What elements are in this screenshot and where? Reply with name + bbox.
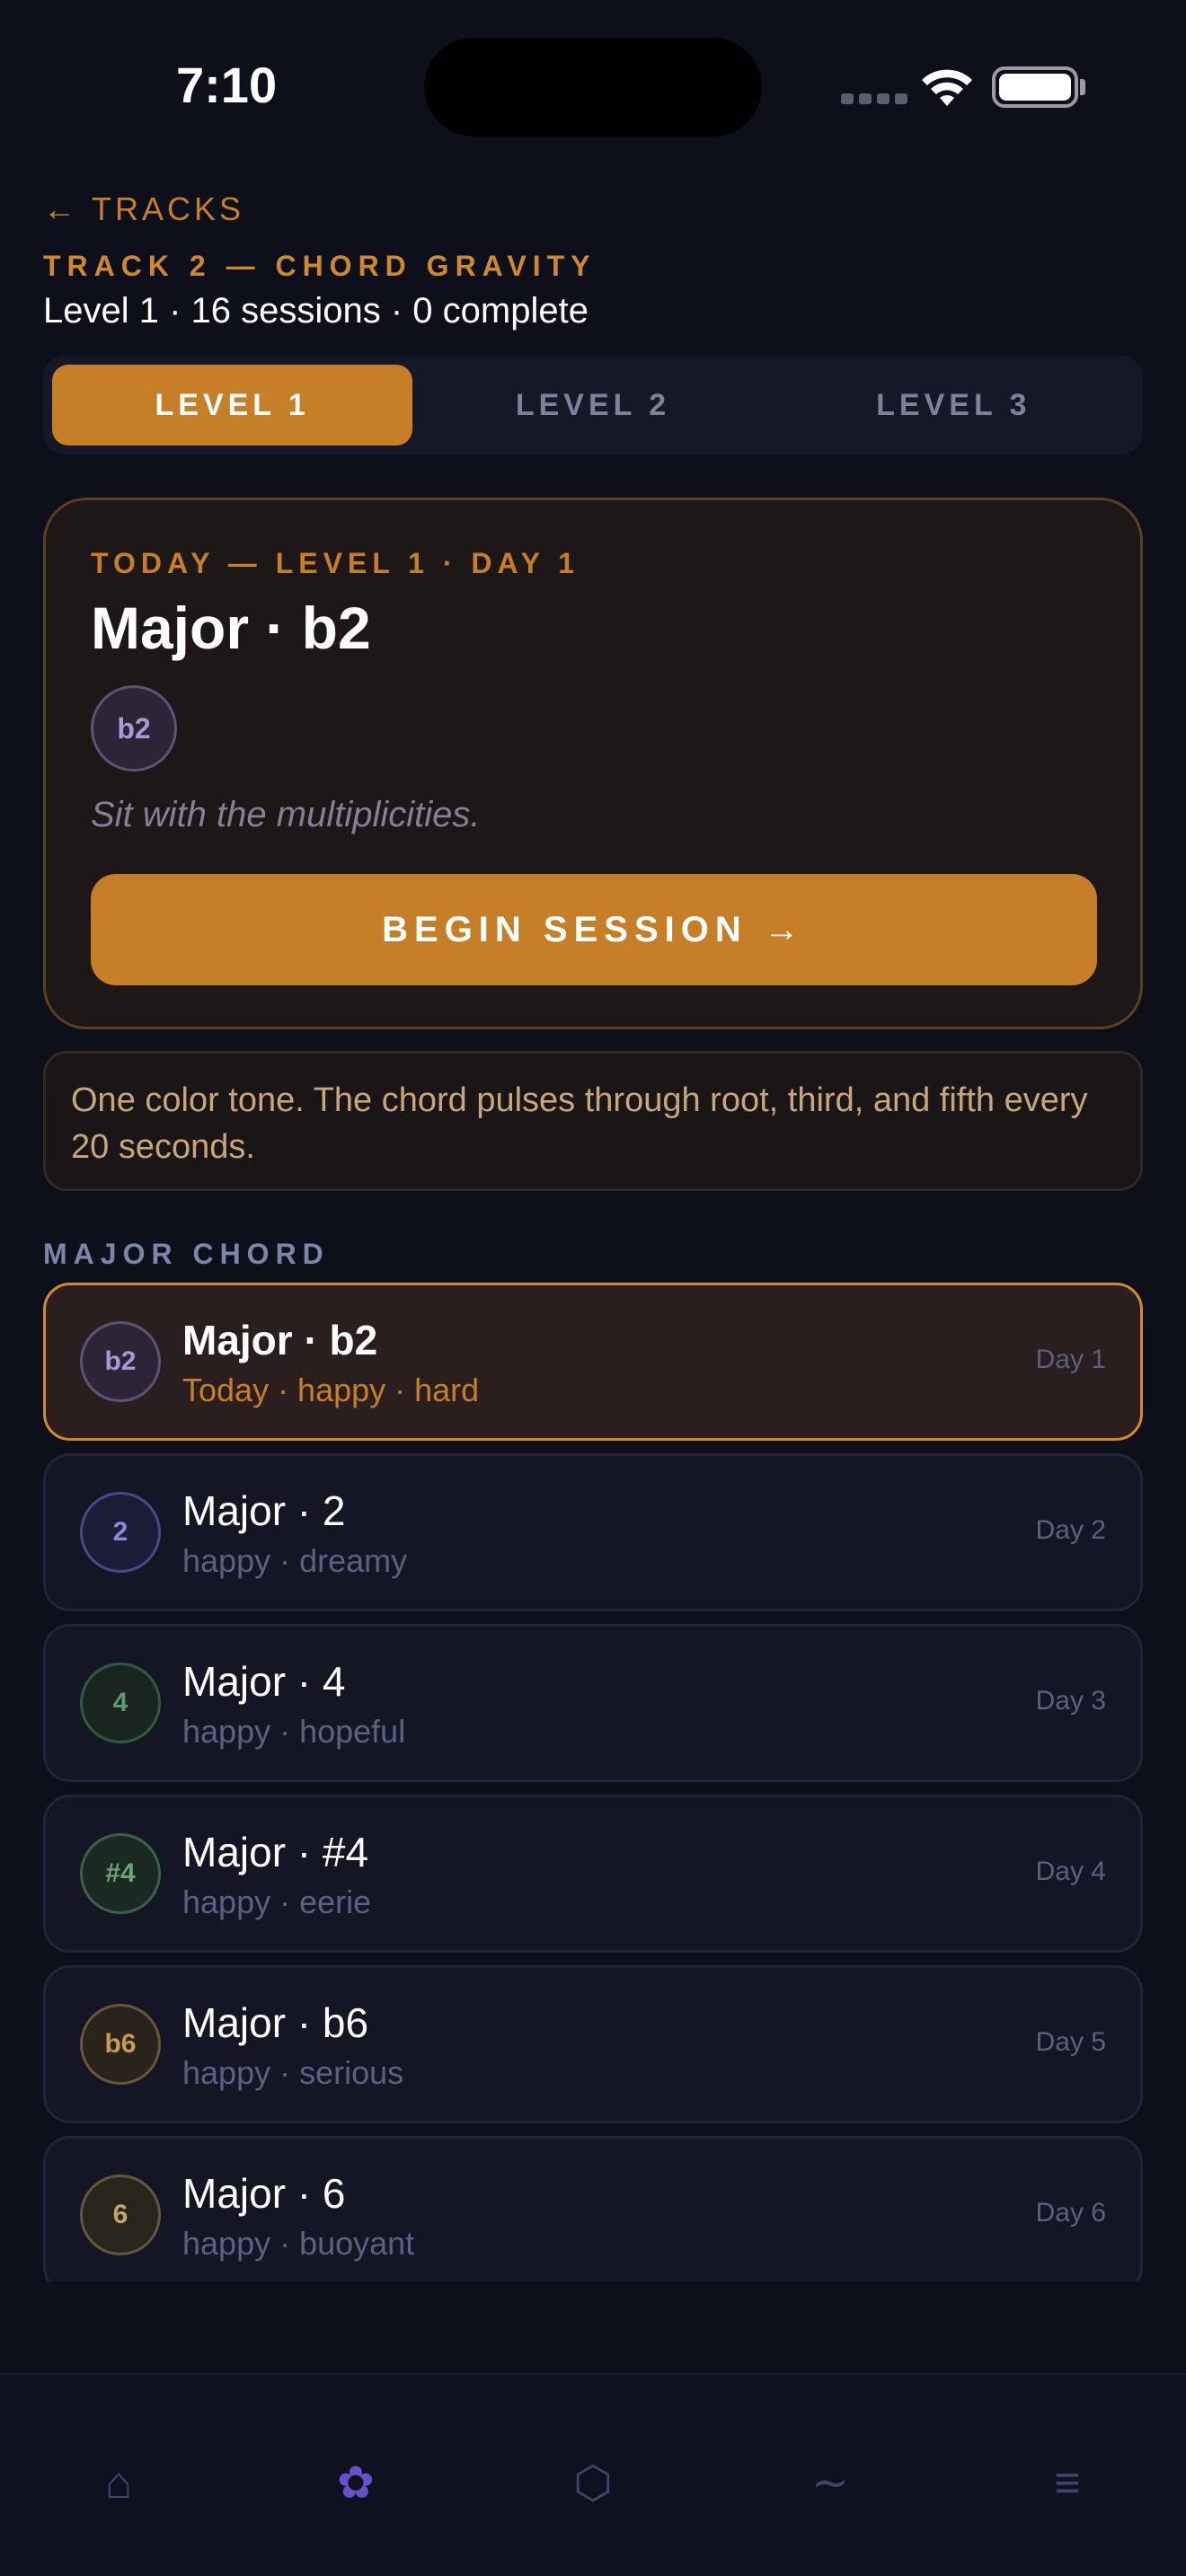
home-icon[interactable]: ⌂ — [83, 2447, 155, 2519]
interval-badge: 6 — [80, 2175, 161, 2255]
session-day: Day 4 — [1035, 1857, 1106, 1886]
session-description: One color tone. The chord pulses through… — [43, 1051, 1143, 1191]
session-row[interactable]: 4 Major · 4 happy · hopeful Day 3 — [43, 1624, 1143, 1782]
today-card: TODAY — LEVEL 1 · DAY 1 Major · b2 b2 Si… — [43, 498, 1143, 1029]
today-quote: Sit with the multiplicities. — [91, 795, 481, 834]
wave-icon[interactable]: ∼ — [794, 2447, 866, 2519]
interval-badge: b6 — [80, 2004, 161, 2085]
back-label: TRACKS — [92, 190, 245, 227]
hexagon-icon[interactable]: ⬡ — [557, 2447, 629, 2519]
arrow-left-icon: ← — [43, 190, 79, 227]
session-tags: Today · happy · hard — [182, 1372, 480, 1408]
wifi-icon — [922, 69, 972, 106]
session-title: Major · #4 — [182, 1829, 369, 1875]
interval-badge: 2 — [80, 1492, 161, 1573]
level-tabs: LEVEL 1 LEVEL 2 LEVEL 3 — [43, 356, 1143, 454]
session-tags: happy · dreamy — [182, 1542, 408, 1579]
track-title: TRACK 2 — CHORD GRAVITY — [43, 250, 597, 282]
session-row[interactable]: 2 Major · 2 happy · dreamy Day 2 — [43, 1453, 1143, 1611]
session-tags: happy · serious — [182, 2054, 404, 2091]
session-day: Day 3 — [1035, 1686, 1106, 1716]
bottom-tab-bar: ⌂ ✿ ⬡ ∼ ≡ — [0, 2373, 1186, 2576]
tab-level-1[interactable]: LEVEL 1 — [52, 365, 413, 446]
session-day: Day 2 — [1035, 1515, 1106, 1545]
dynamic-island — [424, 38, 762, 137]
interval-badge: #4 — [80, 1833, 161, 1914]
status-time: 7:10 — [176, 57, 278, 113]
session-title: Major · 6 — [182, 2170, 346, 2217]
session-tags: happy · buoyant — [182, 2225, 415, 2262]
session-row[interactable]: b2 Major · b2 Today · happy · hard Day 1 — [43, 1283, 1143, 1441]
flower-icon[interactable]: ✿ — [320, 2447, 392, 2519]
track-subtitle: Level 1 · 16 sessions · 0 complete — [43, 291, 589, 331]
session-title: Major · 2 — [182, 1487, 346, 1534]
interval-badge: b2 — [80, 1321, 161, 1402]
session-tags: happy · hopeful — [182, 1713, 406, 1750]
today-title: Major · b2 — [91, 595, 371, 661]
back-to-tracks-link[interactable]: ← TRACKS — [43, 190, 244, 228]
battery-icon — [992, 66, 1078, 108]
status-bar: 7:10 — [0, 0, 1186, 171]
session-title: Major · b2 — [182, 1317, 378, 1363]
interval-badge: 4 — [80, 1663, 161, 1743]
tab-level-3[interactable]: LEVEL 3 — [774, 365, 1134, 446]
session-row[interactable]: #4 Major · #4 happy · eerie Day 4 — [43, 1795, 1143, 1953]
signal-icon — [841, 93, 907, 104]
session-row[interactable]: b6 Major · b6 happy · serious Day 5 — [43, 1965, 1143, 2123]
begin-session-button[interactable]: BEGIN SESSION → — [91, 874, 1097, 985]
session-list: b2 Major · b2 Today · happy · hard Day 1… — [0, 1279, 1186, 2281]
session-day: Day 1 — [1035, 1345, 1106, 1374]
section-label: MAJOR CHORD — [43, 1238, 330, 1270]
session-day: Day 6 — [1035, 2198, 1106, 2228]
session-title: Major · b6 — [182, 1999, 369, 2046]
session-tags: happy · eerie — [182, 1883, 372, 1920]
tab-level-2[interactable]: LEVEL 2 — [412, 365, 773, 446]
session-row[interactable]: 6 Major · 6 happy · buoyant Day 6 — [43, 2136, 1143, 2281]
session-title: Major · 4 — [182, 1658, 346, 1705]
today-label: TODAY — LEVEL 1 · DAY 1 — [91, 547, 580, 579]
menu-icon[interactable]: ≡ — [1031, 2447, 1103, 2519]
interval-badge: b2 — [91, 685, 177, 772]
session-day: Day 5 — [1035, 2027, 1106, 2057]
